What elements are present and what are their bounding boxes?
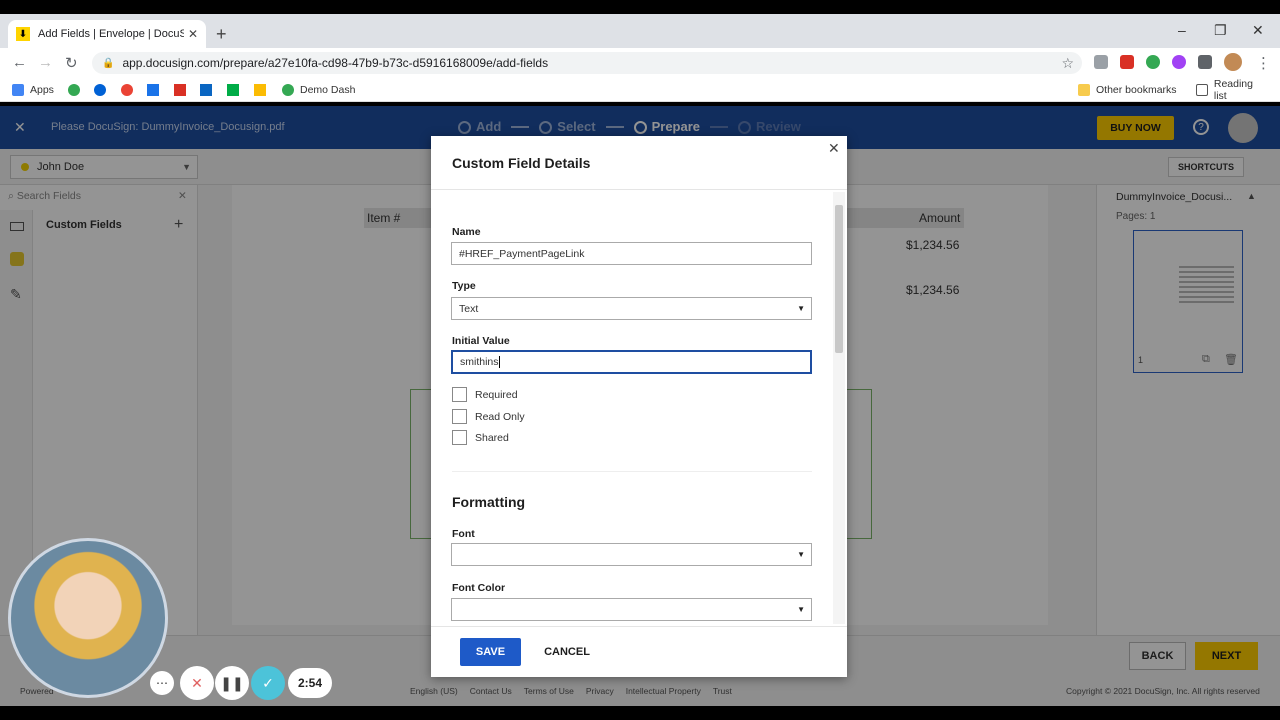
font-select[interactable]: ▼ xyxy=(451,543,812,566)
forward-arrow-icon[interactable]: → xyxy=(38,54,53,71)
bookmark-demo-dash[interactable]: Demo Dash xyxy=(282,83,356,96)
url-text: app.docusign.com/prepare/a27e10fa-cd98-4… xyxy=(122,56,549,70)
docusign-download-icon: ⬇ xyxy=(16,27,30,41)
bookmark-star-icon[interactable]: ☆ xyxy=(1061,55,1074,72)
bookmark-apps[interactable]: Apps xyxy=(12,83,54,96)
calendar-icon[interactable] xyxy=(147,83,159,96)
cloud-icon[interactable] xyxy=(94,83,106,96)
tab-close-icon[interactable]: ✕ xyxy=(188,27,198,41)
other-bookmarks-label: Other bookmarks xyxy=(1096,83,1177,96)
color-extension-icon[interactable] xyxy=(1172,55,1186,69)
minimize-icon[interactable]: – xyxy=(1178,22,1186,38)
maximize-icon[interactable]: ❐ xyxy=(1214,22,1227,39)
formatting-heading: Formatting xyxy=(452,494,526,510)
dialog-title: Custom Field Details xyxy=(452,155,591,171)
tab-title: Add Fields | Envelope | DocuSign xyxy=(38,28,184,40)
name-label: Name xyxy=(452,226,481,238)
font-color-label: Font Color xyxy=(452,582,506,594)
custom-field-dialog xyxy=(431,136,847,677)
dropdown-arrow-icon: ▼ xyxy=(797,550,805,559)
scrollbar-thumb[interactable] xyxy=(835,205,843,353)
cancel-recording-icon[interactable]: ✕ xyxy=(180,666,214,700)
pocket-extension-icon[interactable] xyxy=(1120,55,1134,69)
shared-checkbox[interactable] xyxy=(452,430,467,445)
other-bookmarks[interactable]: Other bookmarks xyxy=(1078,83,1177,96)
bookmark-label: Demo Dash xyxy=(300,83,356,96)
lock-icon: 🔒 xyxy=(102,57,115,69)
back-arrow-icon[interactable]: ← xyxy=(12,54,27,71)
drive-icon[interactable] xyxy=(254,83,266,96)
dropdown-arrow-icon: ▼ xyxy=(797,605,805,614)
type-label: Type xyxy=(452,280,476,292)
window-close-icon[interactable]: ✕ xyxy=(1252,22,1264,39)
linkedin-icon[interactable] xyxy=(200,83,212,96)
bookmarks-bar: Apps Demo Dash Other bookmarks Reading l… xyxy=(0,78,1280,102)
extension-icon[interactable] xyxy=(1094,55,1108,69)
browser-tab[interactable]: ⬇ Add Fields | Envelope | DocuSign ✕ xyxy=(8,20,206,48)
shared-label: Shared xyxy=(475,432,509,444)
cancel-button[interactable]: CANCEL xyxy=(538,638,596,666)
reading-list-icon xyxy=(1196,83,1208,96)
text-cursor xyxy=(498,356,500,368)
bookmark-label: Apps xyxy=(30,83,54,96)
webcam-bubble xyxy=(8,538,168,698)
type-select[interactable]: Text ▼ xyxy=(451,297,812,320)
pause-icon[interactable]: ❚❚ xyxy=(215,666,249,700)
close-icon[interactable]: ✕ xyxy=(828,140,840,157)
name-input[interactable]: #HREF_PaymentPageLink xyxy=(451,242,812,265)
apps-grid-icon xyxy=(12,83,24,96)
google-icon[interactable] xyxy=(121,83,133,96)
initial-value-input[interactable]: smithins xyxy=(451,350,812,374)
profile-avatar-icon[interactable] xyxy=(1224,53,1242,71)
read-only-checkbox[interactable] xyxy=(452,409,467,424)
initial-value-text: smithins xyxy=(460,356,499,368)
type-value: Text xyxy=(459,302,479,315)
finish-recording-icon[interactable]: ✓ xyxy=(251,666,285,700)
reading-list[interactable]: Reading list xyxy=(1196,78,1268,102)
meet-icon[interactable] xyxy=(227,83,239,96)
required-checkbox[interactable] xyxy=(452,387,467,402)
menu-dots-icon[interactable]: ⋮ xyxy=(1256,54,1271,72)
font-color-select[interactable]: ▼ xyxy=(451,598,812,621)
initial-value-label: Initial Value xyxy=(452,335,510,347)
address-bar[interactable]: 🔒 app.docusign.com/prepare/a27e10fa-cd98… xyxy=(92,52,1082,74)
puzzle-extensions-icon[interactable] xyxy=(1198,55,1212,69)
new-tab-icon[interactable]: + xyxy=(216,24,227,45)
font-label: Font xyxy=(452,528,475,540)
folder-icon xyxy=(1078,83,1090,96)
read-only-label: Read Only xyxy=(475,411,525,423)
edge-icon xyxy=(282,83,294,96)
dialog-divider xyxy=(431,189,847,190)
edge-icon[interactable] xyxy=(68,83,80,96)
section-divider xyxy=(452,471,812,472)
gmail-icon[interactable] xyxy=(174,83,186,96)
recording-timer: 2:54 xyxy=(288,668,332,698)
save-button[interactable]: SAVE xyxy=(460,638,521,666)
required-label: Required xyxy=(475,389,518,401)
dropdown-arrow-icon: ▼ xyxy=(797,304,805,313)
reading-list-label: Reading list xyxy=(1213,77,1253,102)
grammarly-extension-icon[interactable] xyxy=(1146,55,1160,69)
reload-icon[interactable]: ↻ xyxy=(65,54,78,72)
more-options-icon[interactable]: ⋯ xyxy=(150,671,174,695)
